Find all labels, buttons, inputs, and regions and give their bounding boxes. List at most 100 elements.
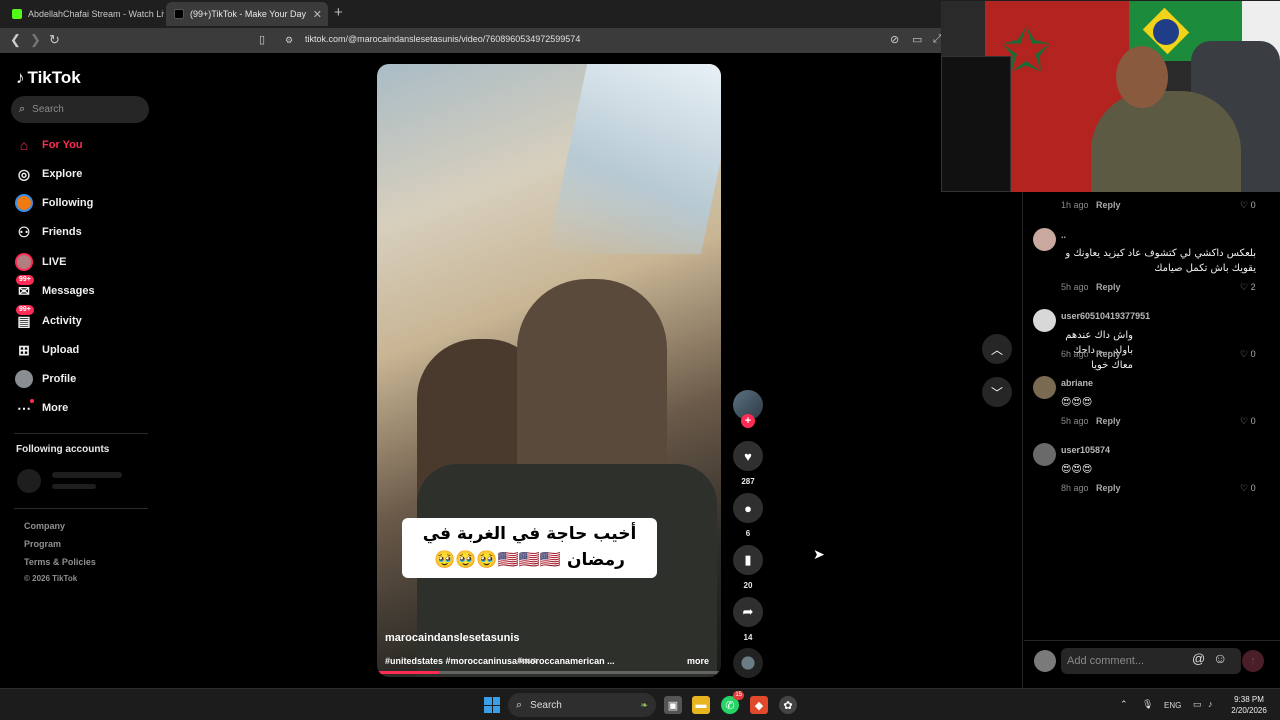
upload-icon: ⊞ (18, 341, 30, 358)
browser-tab-tiktok[interactable]: (99+)TikTok - Make Your Day ✕ (166, 2, 328, 26)
reload-icon[interactable]: ↻ (49, 32, 60, 48)
save-button[interactable]: ▮ (733, 545, 763, 575)
footer-link-company[interactable]: Company (24, 521, 65, 531)
sidebar-item-messages[interactable]: ✉ 99+ Messages (14, 275, 95, 302)
comment-username[interactable]: abriane (1061, 378, 1093, 388)
browser-tab-kick[interactable]: AbdellahChafai Stream - Watch Live : (4, 2, 164, 26)
comment-like-button[interactable]: ♡ 0 (1240, 416, 1256, 427)
comment-username[interactable]: user60510419377951 (1061, 311, 1150, 321)
comment-avatar[interactable] (1033, 376, 1056, 399)
brave-browser-icon[interactable]: ◆ (750, 696, 768, 714)
heart-icon: ♥ (744, 448, 752, 464)
bookmark-icon[interactable]: ▯ (259, 33, 265, 46)
comment-button[interactable]: ● (733, 493, 763, 523)
previous-video-button[interactable]: ︿ (982, 334, 1012, 364)
like-button[interactable]: ♥ (733, 441, 763, 471)
heart-outline-icon: ♡ (1240, 282, 1249, 292)
comment-reply-button[interactable]: Reply (1096, 200, 1121, 210)
comment-avatar[interactable] (1033, 309, 1056, 332)
comment-like-button[interactable]: ♡ 0 (1240, 349, 1256, 360)
network-icon[interactable]: ▭ (1193, 699, 1202, 710)
search-icon: ⌕ (19, 103, 26, 115)
whatsapp-icon[interactable]: ✆ 15 (721, 691, 744, 714)
sidebar-item-label: More (42, 402, 69, 414)
copyright: © 2026 TikTok (24, 574, 78, 583)
activity-badge: 99+ (16, 305, 34, 315)
mention-at-icon[interactable]: @ (1192, 651, 1205, 666)
back-arrow-icon[interactable]: ❮ (10, 32, 21, 48)
bookmark-icon: ▮ (744, 552, 752, 567)
tray-chevron-up-icon[interactable]: ⌃ (1120, 699, 1128, 710)
app-icon[interactable]: ✿ (779, 696, 797, 714)
sidebar-item-profile[interactable]: Profile (14, 368, 76, 390)
streamer-body-image (1091, 91, 1241, 192)
comment-like-button[interactable]: ♡ 2 (1240, 282, 1256, 293)
system-clock[interactable]: 9:38 PM 2/20/2026 (1226, 694, 1272, 716)
sidebar-item-activity[interactable]: ▤ 99+ Activity (14, 305, 82, 332)
share-button[interactable]: ➦ (733, 597, 763, 627)
close-tab-icon[interactable]: ✕ (313, 8, 322, 21)
comment-avatar[interactable] (1033, 228, 1056, 251)
caption-line: رمضان 🇺🇸🇺🇸🇺🇸🥹🥹🥹 (434, 550, 625, 570)
save-count: 20 (743, 581, 753, 590)
task-view-icon[interactable]: ▣ (664, 696, 682, 714)
volume-icon[interactable]: ♪ (1208, 699, 1213, 709)
forward-arrow-icon[interactable]: ❯ (30, 32, 41, 48)
comment-avatar[interactable] (1033, 443, 1056, 466)
comment-reply-button[interactable]: Reply (1096, 349, 1121, 359)
url-field[interactable]: tiktok.com/@marocaindanslesetasunis/vide… (305, 34, 580, 44)
video-hashtags[interactable]: #unitedstates #moroccaninusa#moroccaname… (385, 656, 615, 666)
divider (14, 508, 148, 509)
following-accounts-title: Following accounts (16, 444, 110, 455)
emoji-icon[interactable]: ☺ (1213, 650, 1227, 666)
sidebar-item-for-you[interactable]: ⌂ For You (14, 134, 83, 156)
video-author[interactable]: marocaindanslesetasunis (385, 632, 520, 644)
tab-title: AbdellahChafai Stream - Watch Live : (28, 9, 164, 19)
more-icon: ⋯ (14, 398, 34, 418)
comment-reply-button[interactable]: Reply (1096, 282, 1121, 292)
comment-like-button[interactable]: ♡ 0 (1240, 483, 1256, 494)
sidebar-item-following[interactable]: Following (14, 192, 93, 214)
friends-icon: ⚇ (17, 223, 31, 240)
messages-icon: ✉ 99+ (14, 275, 34, 301)
music-disc-icon[interactable] (733, 648, 763, 678)
windows-start-icon[interactable] (484, 697, 500, 713)
comment-username[interactable]: user105874 (1061, 445, 1110, 455)
no-cast-icon[interactable]: ⊘ (890, 33, 899, 46)
new-tab-button[interactable]: + (334, 4, 343, 21)
next-video-button[interactable]: ﹀ (982, 377, 1012, 407)
comment-username[interactable]: .. (1061, 230, 1066, 240)
heart-outline-icon: ♡ (1240, 200, 1249, 210)
sidebar-item-label: For You (42, 139, 83, 151)
video-player[interactable]: أخيب حاجة في الغربة في رمضان 🇺🇸🇺🇸🇺🇸🥹🥹🥹 m… (377, 64, 721, 677)
site-info-icon[interactable]: ⚙ (285, 35, 293, 46)
sidebar-item-label: Messages (42, 285, 95, 297)
sidebar-item-friends[interactable]: ⚇ Friends (14, 221, 82, 243)
kick-favicon-icon (12, 9, 22, 19)
tiktok-logo[interactable]: ♪ TikTok (16, 68, 81, 88)
taskbar-search[interactable]: ⌕ Search ❧ (508, 693, 656, 717)
comment-like-button[interactable]: ♡ 0 (1240, 200, 1256, 211)
comments-panel-divider (1022, 192, 1023, 688)
footer-link-terms[interactable]: Terms & Policies (24, 557, 96, 567)
sidebar-item-upload[interactable]: ⊞ Upload (14, 339, 79, 361)
microphone-icon[interactable]: 🎙 (1142, 699, 1153, 710)
file-explorer-icon[interactable]: ▬ (692, 696, 710, 714)
language-indicator[interactable]: ENG (1164, 701, 1181, 710)
comment-reply-button[interactable]: Reply (1096, 416, 1121, 426)
screen-cast-icon[interactable]: ▭ (912, 33, 922, 46)
footer-link-program[interactable]: Program (24, 539, 61, 549)
taskbar-search-label: Search (530, 699, 562, 711)
like-count: 287 (741, 477, 755, 486)
live-avatar-icon (14, 252, 34, 272)
video-progress-bar[interactable] (377, 671, 721, 674)
mouse-cursor-icon: ➤ (813, 546, 825, 562)
search-input[interactable]: ⌕ Search (11, 96, 149, 123)
more-button[interactable]: more (687, 656, 709, 666)
post-comment-button[interactable]: ↑ (1242, 650, 1264, 672)
comment-reply-button[interactable]: Reply (1096, 483, 1121, 493)
sidebar-item-more[interactable]: ⋯ More (14, 397, 68, 419)
sidebar-item-live[interactable]: LIVE (14, 251, 66, 273)
sidebar-item-explore[interactable]: ◎ Explore (14, 163, 82, 185)
follow-plus-button[interactable]: + (741, 414, 755, 428)
